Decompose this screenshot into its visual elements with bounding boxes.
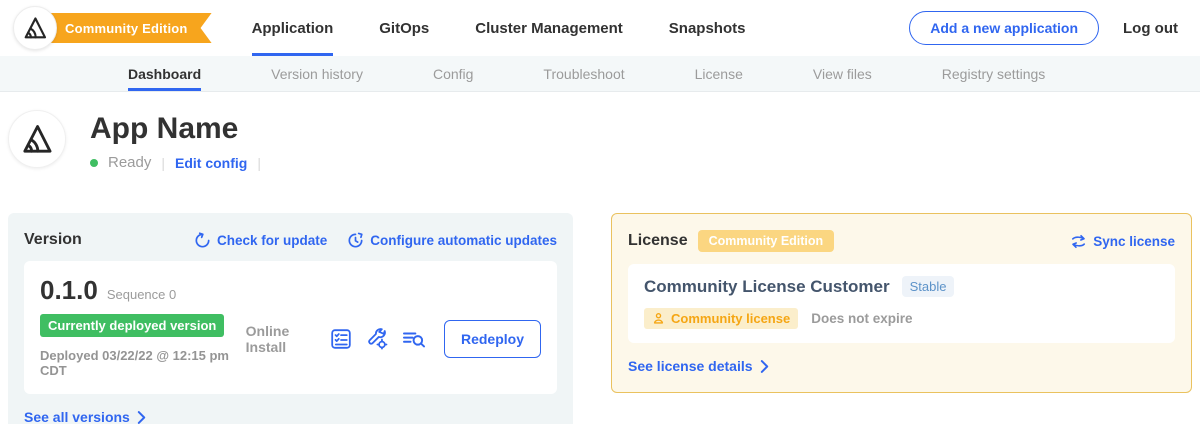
expiry-text: Does not expire: [811, 311, 912, 326]
replicated-logo-icon: [22, 15, 48, 41]
license-type-label: Community license: [671, 311, 790, 326]
sub-nav: Dashboard Version history Config Trouble…: [0, 56, 1200, 92]
version-card-links: Check for update Configure automatic upd…: [194, 232, 557, 249]
refresh-icon: [194, 232, 211, 249]
community-edition-ribbon: Community Edition: [39, 13, 212, 43]
channel-badge: Stable: [902, 276, 955, 297]
currently-deployed-badge: Currently deployed version: [40, 314, 224, 337]
divider: |: [257, 155, 261, 171]
version-card: Version Check for update: [8, 213, 573, 424]
app-avatar: [8, 110, 66, 168]
ribbon-label: Community Edition: [65, 21, 188, 36]
deployed-timestamp: Deployed 03/22/22 @ 12:15 pm CDT: [40, 348, 246, 378]
dashboard-cards: Version Check for update: [0, 213, 1200, 424]
sync-arrows-icon: [1070, 233, 1087, 250]
edit-config-link[interactable]: Edit config: [175, 155, 247, 171]
see-all-versions-label: See all versions: [24, 409, 130, 424]
chevron-right-icon: [137, 411, 146, 424]
brand: Community Edition: [13, 6, 212, 50]
tab-gitops[interactable]: GitOps: [379, 0, 429, 56]
check-for-update-label: Check for update: [217, 233, 327, 248]
version-card-header: Version Check for update: [24, 231, 557, 249]
customer-row: Community License Customer Stable: [644, 276, 1159, 297]
app-header-text: App Name Ready | Edit config |: [90, 110, 261, 171]
license-card-title: License: [628, 232, 688, 250]
subtab-dashboard[interactable]: Dashboard: [128, 56, 201, 91]
sequence-label: Sequence 0: [107, 287, 176, 302]
install-type-label: Online Install: [246, 323, 314, 355]
license-type-badge: Community license: [644, 308, 798, 329]
brand-logo-circle: [13, 6, 57, 50]
version-info: 0.1.0 Sequence 0 Currently deployed vers…: [40, 275, 246, 378]
divider: |: [161, 155, 165, 171]
subtab-config[interactable]: Config: [433, 56, 473, 91]
version-number-row: 0.1.0 Sequence 0: [40, 275, 246, 306]
tab-cluster-management[interactable]: Cluster Management: [475, 0, 623, 56]
app-header: App Name Ready | Edit config |: [0, 92, 1200, 171]
version-number: 0.1.0: [40, 275, 98, 306]
top-nav-right: Add a new application Log out: [909, 11, 1178, 45]
subtab-view-files[interactable]: View files: [813, 56, 872, 91]
sync-license-label: Sync license: [1093, 234, 1175, 249]
subtab-license[interactable]: License: [695, 56, 743, 91]
license-meta-row: Community license Does not expire: [644, 308, 1159, 329]
app-name: App Name: [90, 112, 261, 146]
app-status-row: Ready | Edit config |: [90, 154, 261, 171]
chevron-right-icon: [760, 360, 769, 373]
subtab-version-history[interactable]: Version history: [271, 56, 363, 91]
version-card-title: Version: [24, 231, 82, 249]
config-wrench-icon[interactable]: [366, 328, 388, 350]
auto-update-clock-icon: [347, 232, 364, 249]
redeploy-button[interactable]: Redeploy: [444, 320, 541, 358]
license-card-links: Sync license: [1070, 233, 1175, 250]
top-nav-tabs: Application GitOps Cluster Management Sn…: [252, 0, 746, 56]
add-new-application-button[interactable]: Add a new application: [909, 11, 1099, 45]
subtab-troubleshoot[interactable]: Troubleshoot: [543, 56, 624, 91]
license-details-panel: Community License Customer Stable Commun…: [628, 264, 1175, 343]
sync-license-link[interactable]: Sync license: [1070, 233, 1175, 250]
license-card-header: License Community Edition Sync license: [628, 230, 1175, 252]
view-diff-icon[interactable]: [402, 328, 426, 350]
tab-application[interactable]: Application: [252, 0, 334, 56]
status-dot-icon: [90, 159, 98, 167]
top-nav: Community Edition Application GitOps Clu…: [0, 0, 1200, 56]
configure-automatic-updates-link[interactable]: Configure automatic updates: [347, 232, 557, 249]
person-icon: [652, 312, 665, 325]
status-text: Ready: [108, 154, 151, 171]
see-all-versions-link[interactable]: See all versions: [24, 409, 557, 424]
logout-button[interactable]: Log out: [1123, 20, 1178, 37]
see-license-details-label: See license details: [628, 358, 753, 374]
license-card: License Community Edition Sync license: [611, 213, 1192, 393]
customer-name: Community License Customer: [644, 277, 890, 297]
current-version-panel: 0.1.0 Sequence 0 Currently deployed vers…: [24, 261, 557, 394]
tab-snapshots[interactable]: Snapshots: [669, 0, 746, 56]
see-license-details-link[interactable]: See license details: [628, 358, 1175, 374]
check-for-update-link[interactable]: Check for update: [194, 232, 327, 249]
subtab-registry-settings[interactable]: Registry settings: [942, 56, 1045, 91]
app-logo-icon: [20, 122, 54, 156]
configure-automatic-updates-label: Configure automatic updates: [370, 233, 557, 248]
community-edition-badge: Community Edition: [698, 230, 835, 252]
preflight-checks-icon[interactable]: [330, 328, 352, 350]
version-actions: Online Install: [246, 299, 541, 378]
